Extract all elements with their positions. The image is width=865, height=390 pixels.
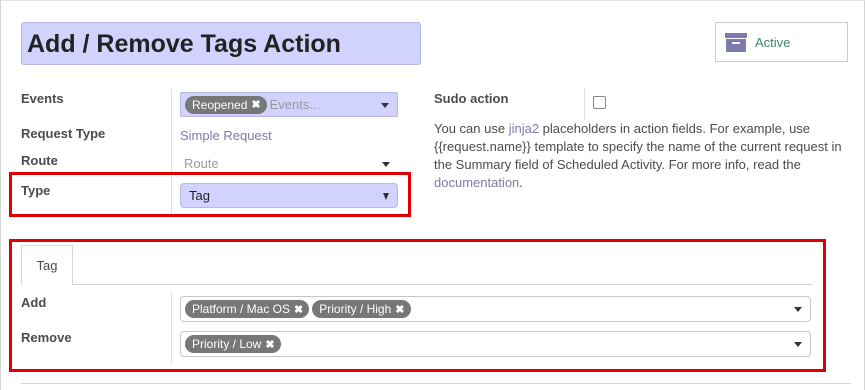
dropdown-caret-icon[interactable]	[381, 102, 389, 108]
tag-badge: Platform / Mac OS ✖	[185, 300, 310, 318]
tag-badge: Priority / Low ✖	[185, 335, 281, 353]
route-label: Route	[21, 153, 58, 168]
type-select[interactable]: Tag	[180, 183, 398, 208]
column-separator	[171, 89, 172, 214]
remove-tag-icon[interactable]: ✖	[294, 303, 303, 316]
tag-label: Priority / Low	[192, 337, 262, 351]
request-type-link[interactable]: Simple Request	[180, 128, 272, 143]
help-text-part: You can use	[434, 121, 509, 136]
tab-label: Tag	[36, 258, 58, 273]
route-field[interactable]: Route	[180, 154, 398, 174]
remove-tag-icon[interactable]: ✖	[265, 338, 274, 351]
type-value: Tag	[189, 188, 210, 203]
dropdown-caret-icon[interactable]	[794, 342, 802, 347]
tab-tag[interactable]: Tag	[21, 245, 73, 285]
form-sheet: Add / Remove Tags Action Active Events R…	[0, 0, 865, 390]
tag-badge: Priority / High ✖	[312, 300, 411, 318]
tag-label: Priority / High	[319, 302, 392, 316]
bottom-divider	[21, 383, 851, 384]
remove-label: Remove	[21, 330, 72, 345]
request-type-label: Request Type	[21, 126, 106, 141]
dropdown-caret-icon[interactable]	[383, 192, 389, 200]
add-tags-field[interactable]: Platform / Mac OS ✖ Priority / High ✖	[180, 296, 811, 322]
events-label: Events	[21, 91, 64, 106]
add-label: Add	[21, 295, 47, 310]
title-input[interactable]: Add / Remove Tags Action	[21, 22, 421, 65]
remove-tags-field[interactable]: Priority / Low ✖	[180, 331, 811, 357]
help-text: You can use jinja2 placeholders in actio…	[434, 120, 854, 192]
events-placeholder: Events...	[269, 97, 321, 112]
jinja2-link[interactable]: jinja2	[509, 121, 539, 136]
column-separator	[171, 292, 172, 364]
help-text-part: .	[519, 175, 523, 190]
tab-divider	[73, 284, 813, 285]
route-placeholder: Route	[184, 156, 219, 171]
active-toggle-button[interactable]: Active	[715, 22, 848, 62]
remove-tag-icon[interactable]: ✖	[395, 303, 404, 316]
sudo-action-label: Sudo action	[434, 91, 509, 106]
tag-label: Reopened	[192, 97, 248, 112]
column-separator	[584, 89, 585, 119]
events-field[interactable]: Reopened ✖ Events...	[180, 92, 398, 117]
dropdown-caret-icon[interactable]	[382, 161, 390, 167]
tag-badge: Reopened ✖	[185, 95, 267, 114]
active-label: Active	[755, 34, 791, 50]
documentation-link[interactable]: documentation	[434, 175, 519, 190]
remove-tag-icon[interactable]: ✖	[251, 98, 260, 111]
archive-icon	[725, 32, 747, 52]
dropdown-caret-icon[interactable]	[794, 307, 802, 312]
sudo-action-checkbox[interactable]	[593, 96, 606, 109]
type-label: Type	[21, 183, 51, 198]
tag-label: Platform / Mac OS	[192, 302, 291, 316]
